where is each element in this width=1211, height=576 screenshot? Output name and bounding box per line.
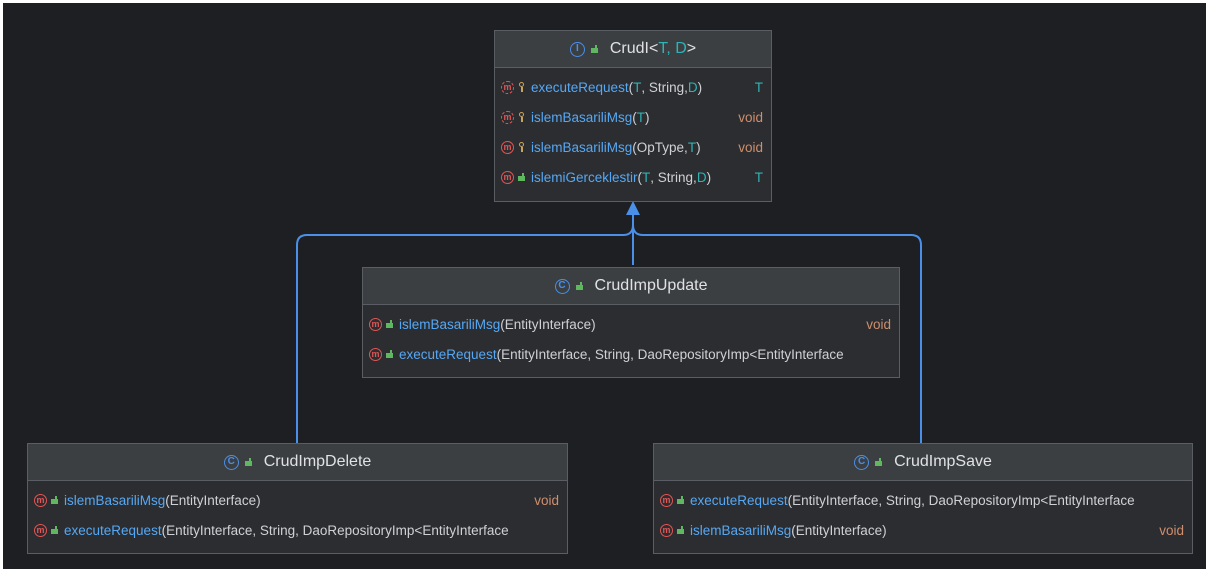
member-list: m executeRequest(T, String, D) Tm islemBasa…	[495, 68, 771, 196]
return-type: void	[738, 109, 763, 125]
class-name: CrudImpSave	[894, 453, 992, 470]
method-params: D	[687, 79, 698, 95]
method-icon: m	[501, 140, 514, 154]
class-crudimpsave[interactable]: C CrudImpSave m executeRequest(EntityInte…	[653, 443, 1193, 554]
method-row[interactable]: m islemBasariliMsg(EntityInterface) void	[28, 485, 567, 515]
public-icon	[51, 496, 58, 504]
method-row[interactable]: m islemBasariliMsg(OpType, T) void	[495, 132, 771, 162]
class-icon: C	[554, 278, 570, 294]
method-params: T	[633, 79, 642, 95]
return-type: void	[534, 492, 559, 508]
method-row[interactable]: m islemiGerceklestir(T, String, D) T	[495, 162, 771, 192]
method-name: islemBasariliMsg	[399, 316, 501, 332]
abstract-method-icon: m	[501, 110, 514, 124]
method-icon: m	[660, 493, 673, 507]
method-params: , String,	[641, 79, 688, 95]
class-header: C CrudImpDelete	[28, 444, 567, 481]
return-type: T	[754, 169, 763, 185]
public-icon	[51, 526, 58, 534]
method-params: EntityInterface)	[504, 316, 596, 332]
diagram-canvas: I CrudI<T, D> m executeRequest(T, String,…	[3, 3, 1206, 569]
public-icon	[575, 282, 583, 290]
method-name: executeRequest	[531, 79, 629, 95]
public-icon	[875, 458, 883, 466]
class-name: CrudI<T, D>	[609, 40, 697, 57]
method-name: islemBasariliMsg	[690, 522, 792, 538]
method-params: EntityInterface, String, DaoRepositoryIm…	[792, 492, 1135, 508]
method-params: )	[696, 139, 701, 155]
return-type: void	[866, 316, 891, 332]
method-params: EntityInterface)	[169, 492, 261, 508]
class-name: CrudImpUpdate	[594, 277, 708, 294]
package-private-icon	[518, 142, 525, 152]
member-list: m islemBasariliMsg(EntityInterface) void m e…	[28, 481, 567, 549]
method-params: , String,	[650, 169, 697, 185]
public-icon	[244, 458, 252, 466]
interface-icon: I	[569, 41, 585, 57]
public-icon	[518, 173, 525, 181]
package-private-icon	[518, 112, 525, 122]
return-type: void	[1159, 522, 1184, 538]
method-name: islemBasariliMsg	[64, 492, 166, 508]
inheritance-arrowhead	[626, 201, 640, 215]
class-crudimpupdate[interactable]: C CrudImpUpdate m islemBasariliMsg(Entity…	[362, 267, 900, 378]
method-row[interactable]: m executeRequest(EntityInterface, String,…	[363, 339, 899, 369]
return-type: void	[738, 139, 763, 155]
method-params: )	[706, 169, 712, 185]
class-icon: C	[854, 454, 870, 470]
method-row[interactable]: m executeRequest(T, String, D) T	[495, 72, 771, 102]
method-params: EntityInterface, String, DaoRepositoryIm…	[166, 522, 509, 538]
return-type: T	[754, 79, 763, 95]
class-header: C CrudImpUpdate	[363, 268, 899, 305]
method-params: )	[645, 109, 650, 125]
method-name: islemBasariliMsg	[531, 139, 633, 155]
method-params: OpType,	[636, 139, 688, 155]
method-params: EntityInterface)	[795, 522, 887, 538]
method-row[interactable]: m executeRequest(EntityInterface, String,…	[28, 515, 567, 545]
abstract-method-icon: m	[501, 80, 514, 94]
method-icon: m	[369, 347, 382, 361]
class-header: C CrudImpSave	[654, 444, 1192, 481]
class-icon: C	[223, 454, 239, 470]
method-row[interactable]: m islemBasariliMsg(EntityInterface) void	[363, 309, 899, 339]
class-header: I CrudI<T, D>	[495, 31, 771, 68]
method-row[interactable]: m executeRequest(EntityInterface, String,…	[654, 485, 1192, 515]
method-params: D	[696, 169, 707, 185]
method-row[interactable]: m islemBasariliMsg(EntityInterface) void	[654, 515, 1192, 545]
method-params: )	[697, 79, 703, 95]
method-icon: m	[34, 493, 47, 507]
method-params: T	[636, 109, 646, 125]
method-icon: m	[34, 523, 47, 537]
method-icon: m	[369, 317, 382, 331]
member-list: m executeRequest(EntityInterface, String,…	[654, 481, 1192, 549]
method-icon: m	[660, 523, 673, 537]
public-icon	[590, 45, 598, 53]
class-crudimpdelete[interactable]: C CrudImpDelete m islemBasariliMsg(Entity…	[27, 443, 568, 554]
class-name: CrudImpDelete	[263, 453, 372, 470]
public-icon	[386, 350, 393, 358]
method-name: islemiGerceklestir	[531, 169, 638, 185]
method-params: EntityInterface, String, DaoRepositoryIm…	[501, 346, 844, 362]
member-list: m islemBasariliMsg(EntityInterface) void m e…	[363, 305, 899, 373]
method-icon: m	[501, 170, 514, 184]
method-name: islemBasariliMsg	[531, 109, 633, 125]
package-private-icon	[518, 82, 525, 92]
method-params: T	[642, 169, 651, 185]
class-crudi[interactable]: I CrudI<T, D> m executeRequest(T, String,…	[494, 30, 772, 202]
method-params: T	[687, 139, 697, 155]
public-icon	[677, 526, 684, 534]
public-icon	[677, 496, 684, 504]
method-name: executeRequest	[690, 492, 788, 508]
method-name: executeRequest	[64, 522, 162, 538]
method-row[interactable]: m islemBasariliMsg(T) void	[495, 102, 771, 132]
method-name: executeRequest	[399, 346, 497, 362]
public-icon	[386, 320, 393, 328]
